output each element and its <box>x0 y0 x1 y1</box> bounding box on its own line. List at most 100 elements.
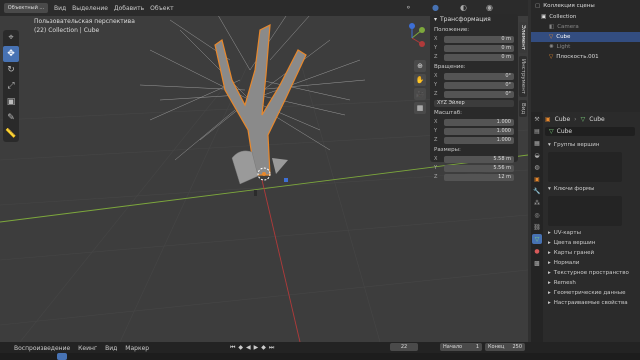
tab-tool[interactable]: Инструмент <box>519 56 527 98</box>
playhead[interactable] <box>57 353 67 360</box>
measure-tool-icon[interactable]: 📏 <box>3 126 19 142</box>
section-vertex-colors[interactable]: ▸ Цвета вершин <box>545 238 640 248</box>
rotation-z-field[interactable]: 0° <box>444 90 514 98</box>
transform-tool-icon[interactable]: ▣ <box>3 94 19 110</box>
outliner-item-plane[interactable]: Плоскость.001 <box>556 54 598 60</box>
camera-view-icon[interactable]: 🎥 <box>414 88 426 100</box>
section-label: Цвета вершин <box>553 240 596 246</box>
outliner-item-cube[interactable]: Cube <box>556 34 570 40</box>
outliner-root[interactable]: Коллекция сцены <box>543 3 594 9</box>
render-tab-icon[interactable]: ▤ <box>532 126 542 136</box>
collapse-arrow-icon[interactable]: ▾ <box>434 16 437 23</box>
particles-tab-icon[interactable]: ⁂ <box>532 198 542 208</box>
collection-icon: ▣ <box>541 14 547 20</box>
location-y-field[interactable]: 0 m <box>444 44 514 52</box>
mesh-data-tab-icon[interactable]: ▽ <box>532 234 542 244</box>
section-normals[interactable]: ▸ Нормали <box>545 258 640 268</box>
modifier-tab-icon[interactable]: 🔧 <box>532 186 542 196</box>
move-tool-icon[interactable]: ✥ <box>3 46 19 62</box>
rotate-tool-icon[interactable]: ↻ <box>3 62 19 78</box>
mesh-name-field[interactable]: Cube <box>557 128 573 135</box>
dimensions-y-field[interactable]: 5.56 m <box>444 164 514 172</box>
scale-tool-icon[interactable]: ⤢ <box>3 78 19 94</box>
material-tab-icon[interactable]: ● <box>532 246 542 256</box>
output-tab-icon[interactable]: ▦ <box>532 138 542 148</box>
rotation-y-field[interactable]: 0° <box>444 81 514 89</box>
3d-viewport[interactable]: Объектный ... Вид Выделение Добавить Объ… <box>0 0 528 342</box>
x-axis-line <box>261 179 301 342</box>
rotation-x-label: X <box>434 73 438 79</box>
rotation-x-field[interactable]: 0° <box>444 72 514 80</box>
next-key-icon[interactable]: ◆ <box>261 344 266 352</box>
section-vertex-groups[interactable]: ▾ Группы вершин <box>545 140 640 150</box>
location-x-field[interactable]: 0 m <box>444 35 514 43</box>
section-custom-properties[interactable]: ▸ Настраиваемые свойства <box>545 298 640 308</box>
section-remesh[interactable]: ▸ Remesh <box>545 278 640 288</box>
section-shape-keys[interactable]: ▾ Ключи формы <box>545 184 640 194</box>
tool-tab-icon[interactable]: ⚒ <box>532 114 542 124</box>
shape-keys-list[interactable] <box>548 196 622 226</box>
solid-shading-icon[interactable]: ◉ <box>486 3 496 13</box>
prev-key-icon[interactable]: ◆ <box>238 344 243 352</box>
menu-view[interactable]: Вид <box>54 5 66 12</box>
scale-x-field[interactable]: 1.000 <box>444 118 514 126</box>
cursor-tool-icon[interactable]: ⌖ <box>3 30 19 46</box>
scale-y-field[interactable]: 1.000 <box>444 127 514 135</box>
texture-tab-icon[interactable]: ▩ <box>532 258 542 268</box>
rotation-mode-dropdown[interactable]: XYZ Эйлер <box>434 99 514 107</box>
outliner-item-light[interactable]: Light <box>557 44 571 50</box>
play-reverse-icon[interactable]: ◀ <box>246 344 251 352</box>
vertex-groups-list[interactable] <box>548 152 622 182</box>
scale-z-label: Z <box>434 137 438 143</box>
annotate-tool-icon[interactable]: ✎ <box>3 110 19 126</box>
collapsed-arrow-icon: ▸ <box>548 240 551 246</box>
xray-icon[interactable]: ◐ <box>460 3 470 13</box>
menu-object[interactable]: Объект <box>150 5 173 12</box>
start-frame-field[interactable]: Начало 1 <box>440 343 482 351</box>
object-tab-icon[interactable]: ▣ <box>532 174 542 184</box>
zoom-icon[interactable]: ⊕ <box>414 60 426 72</box>
shading-icon[interactable]: ● <box>432 3 442 13</box>
menu-select[interactable]: Выделение <box>72 5 108 12</box>
outliner-item-collection[interactable]: Collection <box>549 14 576 20</box>
scene-tab-icon[interactable]: ◒ <box>532 150 542 160</box>
overlay-icon[interactable]: ⚬ <box>405 3 415 13</box>
menu-playback[interactable]: Воспроизведение <box>14 345 70 352</box>
world-tab-icon[interactable]: ◍ <box>532 162 542 172</box>
constraints-tab-icon[interactable]: ⛓ <box>532 222 542 232</box>
tab-view[interactable]: Вид <box>519 100 527 118</box>
section-texture-space[interactable]: ▸ Текстурное пространство <box>545 268 640 278</box>
tool-shelf: ⌖ ✥ ↻ ⤢ ▣ ✎ 📏 <box>3 30 19 142</box>
menu-view-timeline[interactable]: Вид <box>105 345 117 352</box>
physics-tab-icon[interactable]: ◎ <box>532 210 542 220</box>
section-face-maps[interactable]: ▸ Карты граней <box>545 248 640 258</box>
menu-add[interactable]: Добавить <box>114 5 144 12</box>
dimensions-z-field[interactable]: 12 m <box>444 173 514 181</box>
light-icon: ✺ <box>549 44 554 50</box>
section-geometry-data[interactable]: ▸ Геометрические данные <box>545 288 640 298</box>
section-uv-maps[interactable]: ▸ UV-карты <box>545 228 640 238</box>
location-z-field[interactable]: 0 m <box>444 53 514 61</box>
object-breadcrumb: Cube <box>554 115 571 123</box>
outliner: ▢ Коллекция сцены ▣ Collection ◧ Camera … <box>531 0 640 112</box>
play-icon[interactable]: ▶ <box>254 344 259 352</box>
perspective-grid-icon[interactable]: ▦ <box>414 102 426 114</box>
jump-end-icon[interactable]: ⏭ <box>269 344 274 352</box>
scale-z-field[interactable]: 1.000 <box>444 136 514 144</box>
outliner-item-camera[interactable]: Camera <box>557 24 579 30</box>
end-frame-field[interactable]: Конец 250 <box>485 343 525 351</box>
location-z-label: Z <box>434 54 438 60</box>
frame-scrubber[interactable] <box>0 353 640 360</box>
dimensions-x-field[interactable]: 5.58 m <box>444 155 514 163</box>
n-panel: ▾ Трансформация Положение: X 0 m Y 0 m Z 0 … <box>430 14 518 181</box>
current-frame-field[interactable]: 22 <box>390 343 418 351</box>
expand-arrow-icon: ▾ <box>548 142 551 148</box>
menu-marker[interactable]: Маркер <box>125 345 149 352</box>
tab-item[interactable]: Элемент <box>519 22 527 54</box>
mode-dropdown[interactable]: Объектный ... <box>4 3 48 13</box>
pan-hand-icon[interactable]: ✋ <box>414 74 426 86</box>
scale-x-label: X <box>434 119 438 125</box>
jump-start-icon[interactable]: ⏮ <box>230 344 235 352</box>
menu-keying[interactable]: Кеинг <box>78 345 97 352</box>
navigation-gizmo[interactable] <box>396 22 428 54</box>
